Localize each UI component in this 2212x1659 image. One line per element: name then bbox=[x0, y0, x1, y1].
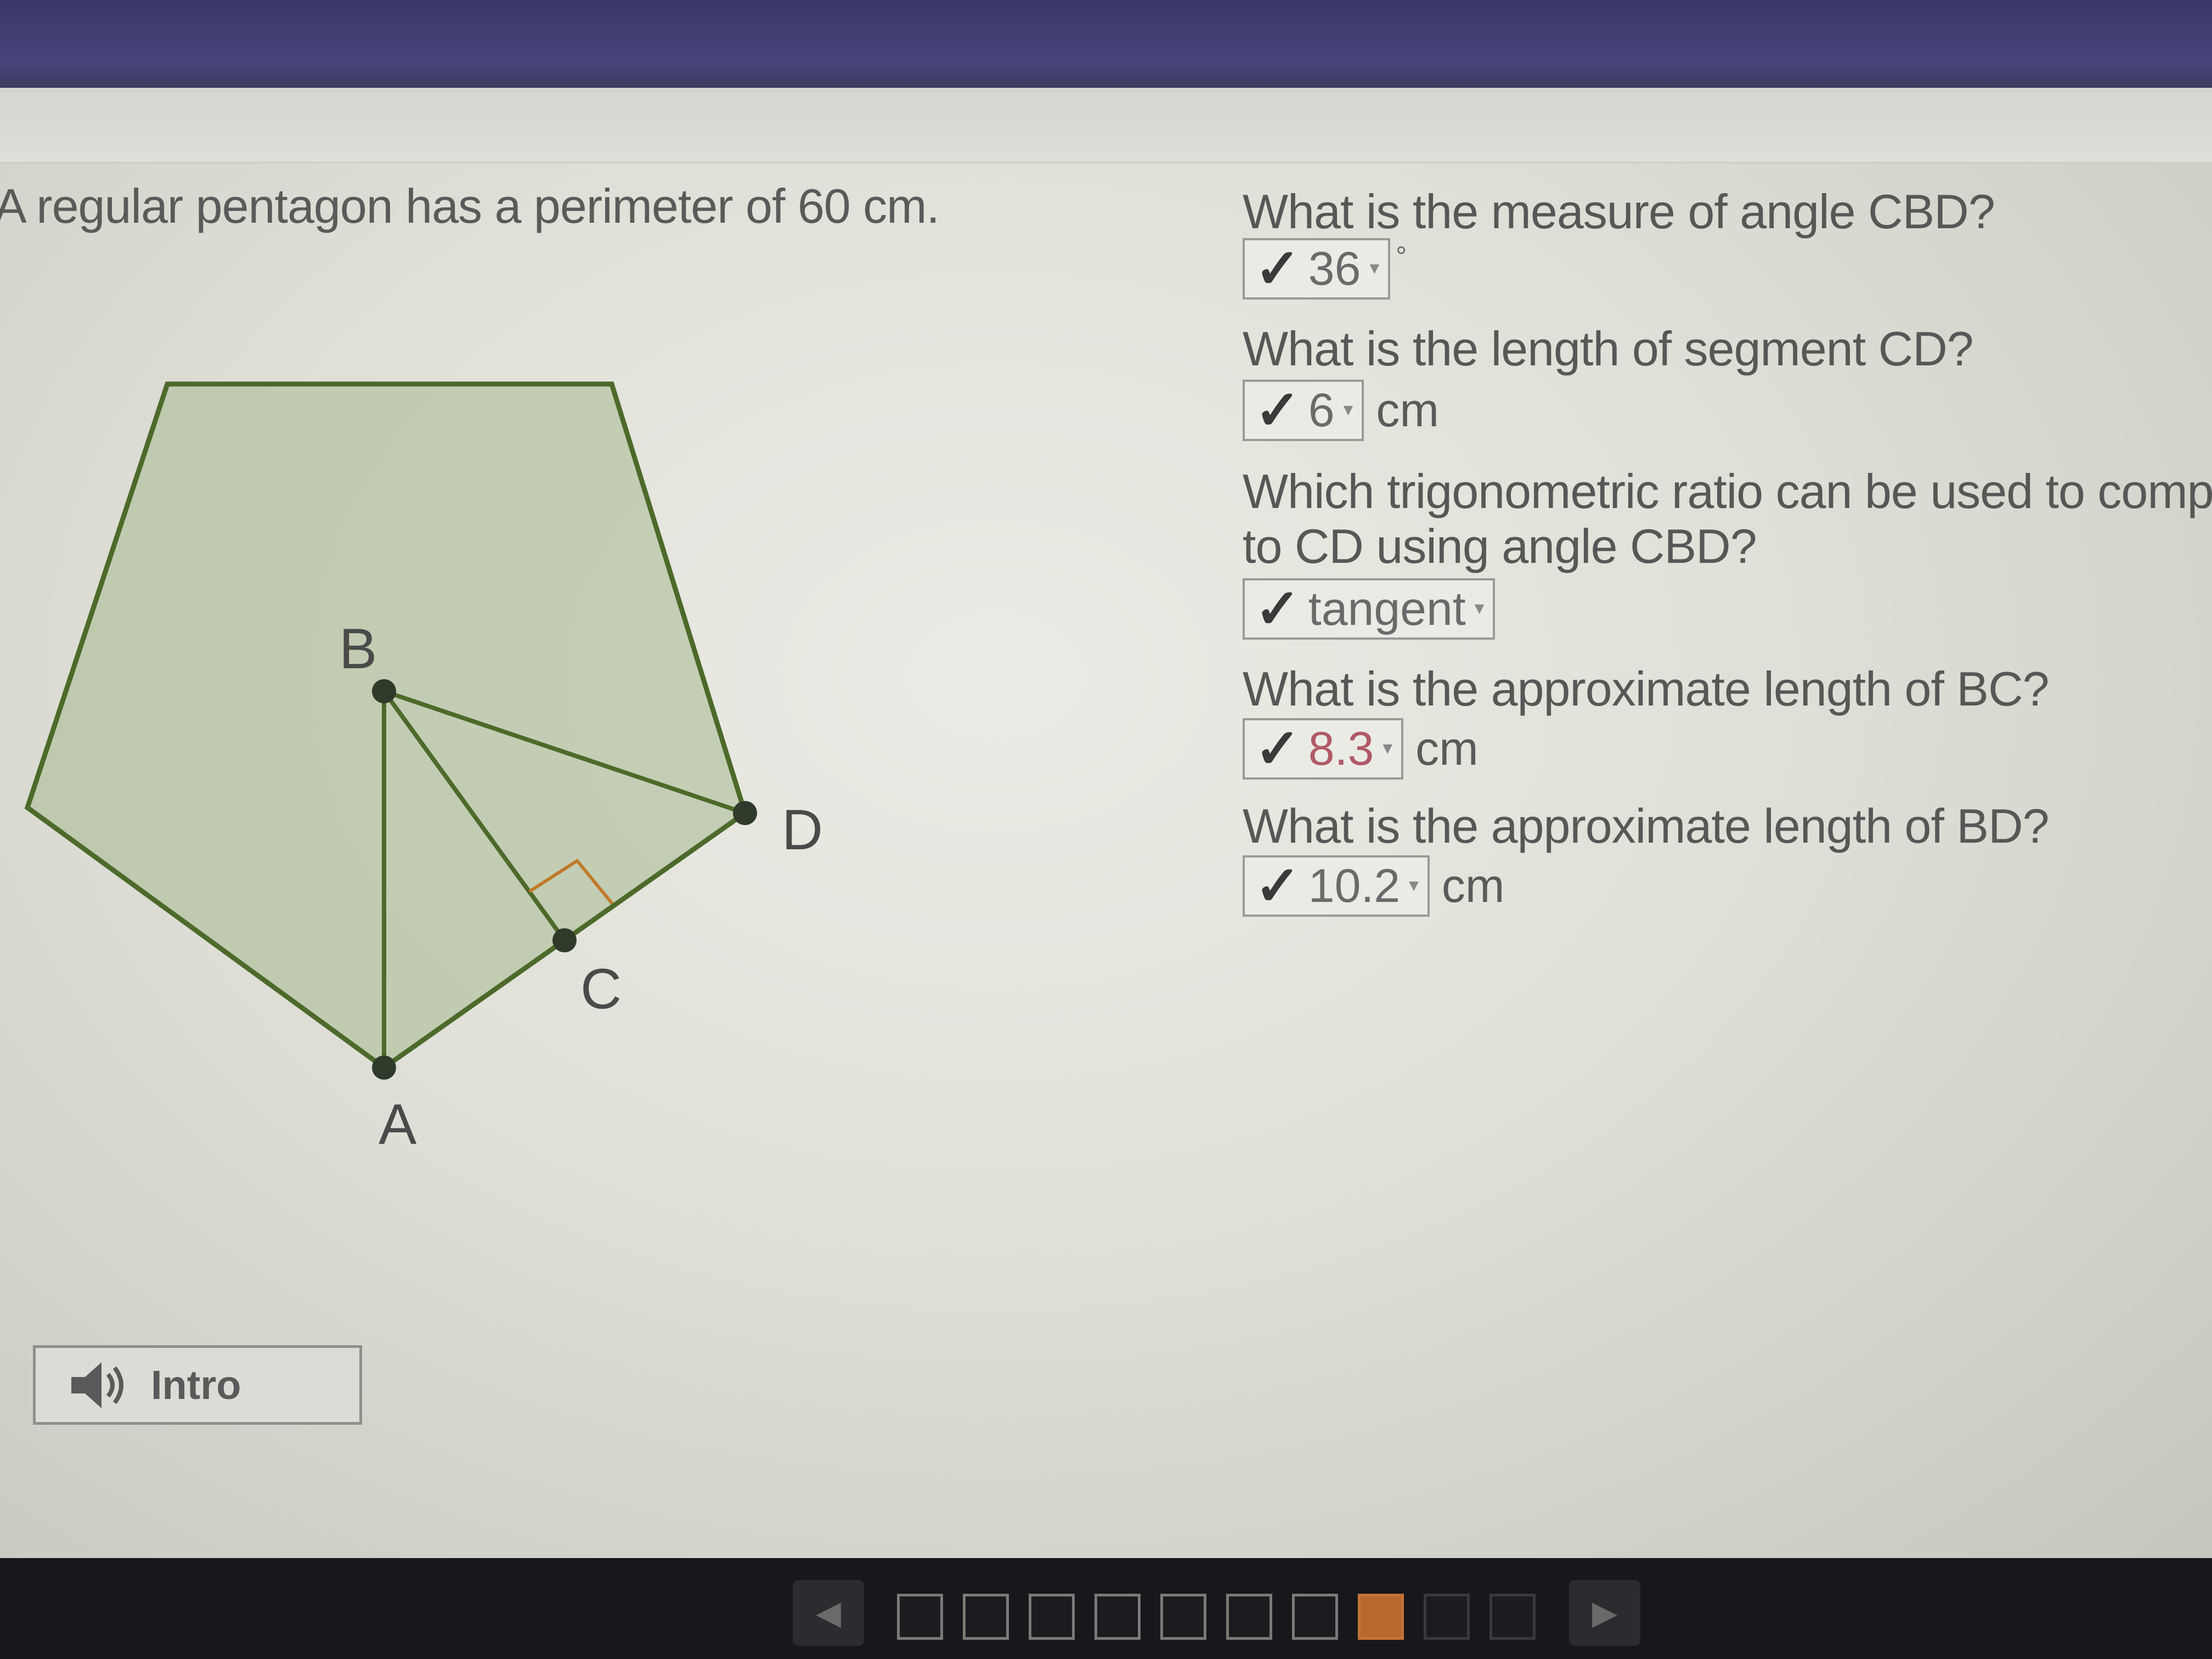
page-square-1[interactable] bbox=[897, 1594, 943, 1640]
checkmark-icon: ✓ bbox=[1255, 238, 1301, 300]
dropdown-value: 10.2 bbox=[1308, 859, 1401, 912]
checkmark-icon: ✓ bbox=[1255, 578, 1301, 640]
arrow-left-icon[interactable]: ◀ bbox=[793, 1580, 864, 1646]
label-a: A bbox=[379, 1093, 417, 1156]
question-length-bd: What is the approximate length of BD? bbox=[1243, 799, 2050, 853]
dropdown-value: 6 bbox=[1308, 383, 1335, 437]
dropdown-value: 8.3 bbox=[1308, 722, 1374, 775]
page-progress bbox=[897, 1594, 1555, 1640]
page-square-7[interactable] bbox=[1292, 1594, 1338, 1640]
label-d: D bbox=[782, 798, 823, 862]
problem-statement: A regular pentagon has a perimeter of 60… bbox=[0, 179, 940, 233]
arrow-right-icon[interactable]: ▶ bbox=[1569, 1580, 1640, 1646]
angle-cbd-dropdown[interactable]: ✓ 36 ▼ bbox=[1243, 238, 1391, 300]
dropdown-arrow-icon: ▼ bbox=[1366, 259, 1383, 278]
answer-row-4: ✓ 8.3 ▼ cm bbox=[1243, 716, 1479, 782]
dropdown-arrow-icon: ▼ bbox=[1379, 740, 1396, 758]
answer-row-2: ✓ 6 ▼ cm bbox=[1243, 377, 1439, 443]
dropdown-arrow-icon: ▼ bbox=[1406, 877, 1422, 895]
pentagon-diagram: B D C A bbox=[24, 381, 823, 1156]
page-square-9[interactable] bbox=[1424, 1594, 1470, 1640]
question-trig-ratio-line2: to CD using angle CBD? bbox=[1243, 519, 1757, 573]
speaker-icon bbox=[71, 1362, 123, 1408]
length-bc-dropdown[interactable]: ✓ 8.3 ▼ bbox=[1243, 718, 1404, 780]
dropdown-value: tangent bbox=[1308, 582, 1466, 635]
trig-ratio-dropdown[interactable]: ✓ tangent ▼ bbox=[1243, 578, 1496, 640]
unit-label: cm bbox=[1441, 859, 1505, 912]
question-trig-ratio: Which trigonometric ratio can be used to… bbox=[1243, 464, 2212, 518]
page-square-10[interactable] bbox=[1489, 1594, 1536, 1640]
unit-label: cm bbox=[1376, 383, 1439, 437]
point-d bbox=[733, 801, 757, 825]
question-angle-cbd: What is the measure of angle CBD? bbox=[1243, 184, 1995, 239]
page-square-5[interactable] bbox=[1160, 1594, 1206, 1640]
checkmark-icon: ✓ bbox=[1255, 855, 1301, 917]
page-square-2[interactable] bbox=[963, 1594, 1009, 1640]
dropdown-arrow-icon: ▼ bbox=[1471, 600, 1488, 618]
label-c: C bbox=[580, 957, 622, 1021]
page-square-8-current[interactable] bbox=[1358, 1594, 1404, 1640]
intro-label: Intro bbox=[151, 1362, 241, 1408]
unit-label: cm bbox=[1415, 722, 1479, 775]
top-bar bbox=[0, 0, 2212, 88]
point-c bbox=[552, 928, 577, 952]
page-square-4[interactable] bbox=[1094, 1594, 1141, 1640]
question-segment-cd: What is the length of segment CD? bbox=[1243, 321, 1974, 376]
checkmark-icon: ✓ bbox=[1255, 380, 1301, 441]
page-square-6[interactable] bbox=[1226, 1594, 1272, 1640]
header-strip bbox=[0, 88, 2212, 163]
segment-cd-dropdown[interactable]: ✓ 6 ▼ bbox=[1243, 380, 1364, 441]
answer-row-5: ✓ 10.2 ▼ cm bbox=[1243, 853, 1505, 919]
checkmark-icon: ✓ bbox=[1255, 718, 1301, 780]
length-bd-dropdown[interactable]: ✓ 10.2 ▼ bbox=[1243, 855, 1430, 917]
activity-content: A regular pentagon has a perimeter of 60… bbox=[0, 88, 2212, 1558]
label-b: B bbox=[339, 617, 377, 681]
answer-row-3: ✓ tangent ▼ bbox=[1243, 576, 1496, 642]
dropdown-value: 36 bbox=[1308, 242, 1361, 295]
dropdown-arrow-icon: ▼ bbox=[1340, 401, 1357, 419]
unit-degree: ° bbox=[1396, 241, 1407, 272]
page-square-3[interactable] bbox=[1029, 1594, 1075, 1640]
intro-button[interactable]: Intro bbox=[33, 1345, 362, 1425]
point-a bbox=[372, 1056, 396, 1080]
answer-row-1: ✓ 36 ▼ ° bbox=[1243, 236, 1407, 302]
point-b bbox=[372, 679, 396, 703]
question-length-bc: What is the approximate length of BC? bbox=[1243, 662, 2050, 716]
